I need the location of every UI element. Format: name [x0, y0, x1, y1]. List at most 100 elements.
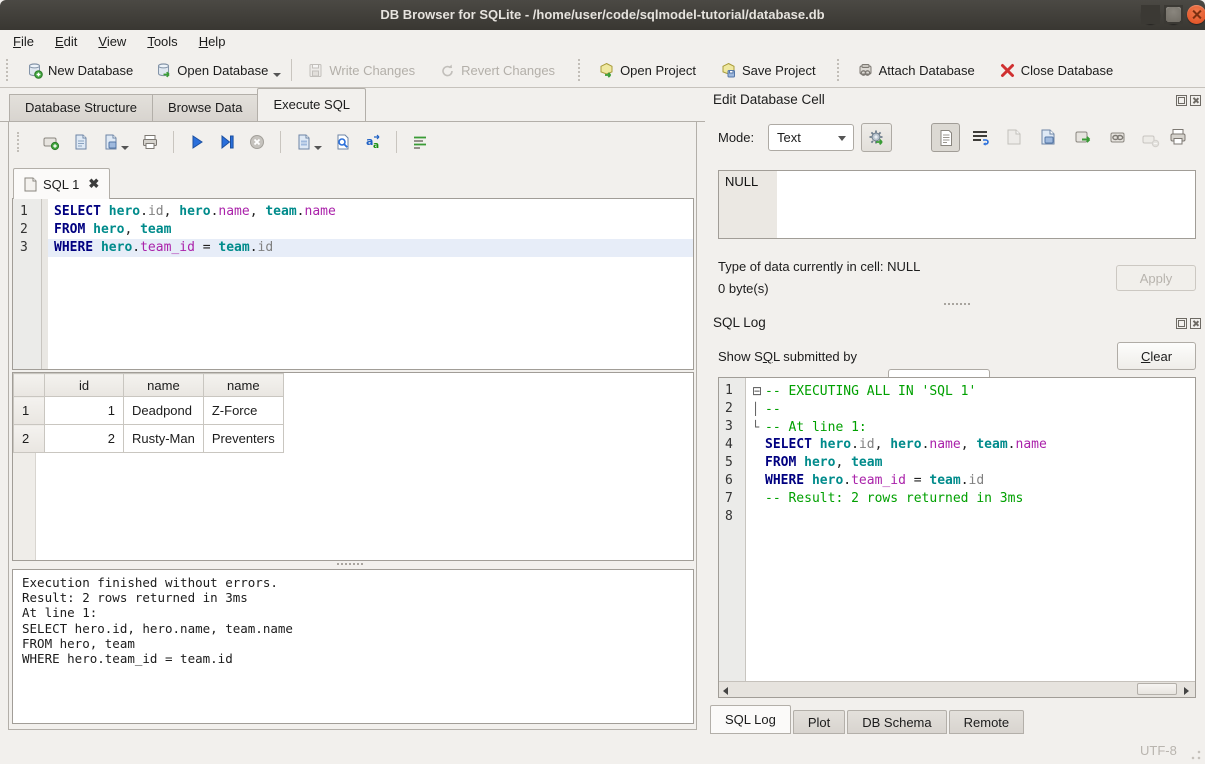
table-cell[interactable]: Preventers: [203, 425, 283, 453]
menu-edit[interactable]: Edit: [46, 32, 86, 51]
execute-current-line-icon[interactable]: [218, 133, 236, 151]
find-replace-icon[interactable]: [334, 133, 352, 151]
tab-plot[interactable]: Plot: [793, 710, 845, 734]
title-bar[interactable]: DB Browser for SQLite - /home/user/code/…: [0, 0, 1205, 30]
toolbar-drag-handle[interactable]: [837, 59, 844, 81]
tab-db-schema[interactable]: DB Schema: [847, 710, 946, 734]
mode-value: Text: [777, 130, 801, 145]
code-line: 7-- Result: 2 rows returned in 3ms: [719, 490, 1195, 508]
maximize-button[interactable]: [1164, 5, 1183, 24]
code-line: 5FROM hero, team: [719, 454, 1195, 472]
sql-editor[interactable]: 1SELECT hero.id, hero.name, team.name2FR…: [12, 198, 694, 370]
column-header[interactable]: name: [124, 374, 204, 397]
line-number: 3: [13, 239, 41, 257]
line-number: 3: [719, 418, 746, 436]
save-sql-dropdown[interactable]: [121, 146, 129, 150]
table-cell[interactable]: Z-Force: [203, 397, 283, 425]
close-button[interactable]: [1187, 5, 1205, 24]
line-number: 7: [719, 490, 746, 508]
save-results-dropdown[interactable]: [314, 146, 322, 150]
results-grid[interactable]: idnamename11DeadpondZ-Force22Rusty-ManPr…: [12, 372, 694, 561]
print-cell-button[interactable]: [1168, 127, 1188, 150]
tab-execute-sql[interactable]: Execute SQL: [257, 88, 366, 121]
scroll-right-icon[interactable]: [1180, 683, 1194, 697]
attach-database-button[interactable]: Attach Database: [850, 58, 982, 83]
open-database-icon: [155, 62, 172, 79]
float-panel-icon[interactable]: [1176, 318, 1187, 329]
scrollbar-thumb[interactable]: [1137, 683, 1177, 695]
scroll-left-icon[interactable]: [719, 683, 733, 697]
clear-log-button[interactable]: Clear: [1117, 342, 1196, 370]
cell-value-editor[interactable]: NULL: [718, 170, 1196, 239]
open-database-button[interactable]: Open Database: [148, 58, 275, 83]
open-project-button[interactable]: Open Project: [591, 58, 703, 83]
save-project-button[interactable]: Save Project: [713, 58, 823, 83]
tab-browse-data[interactable]: Browse Data: [152, 94, 258, 121]
toolbar-drag-handle[interactable]: [6, 59, 13, 81]
auto-switch-mode-button[interactable]: [861, 123, 892, 152]
code-line: 2FROM hero, team: [13, 221, 693, 239]
sql-tab-close-icon[interactable]: ✖: [88, 176, 99, 192]
toolbar-drag-handle[interactable]: [17, 132, 24, 152]
column-header[interactable]: id: [45, 374, 124, 397]
word-wrap-icon[interactable]: [411, 133, 429, 151]
toolbar-separator: [280, 131, 281, 153]
toolbar-drag-handle[interactable]: [578, 59, 585, 81]
close-icon: [1187, 5, 1205, 24]
open-sql-file-icon[interactable]: [72, 133, 90, 151]
sql-document-tab[interactable]: SQL 1 ✖: [13, 168, 110, 199]
save-sql-file-group[interactable]: [102, 133, 129, 151]
menu-view[interactable]: View: [89, 32, 135, 51]
minimize-icon: [1141, 5, 1160, 24]
minimize-button[interactable]: [1141, 5, 1160, 24]
code-line: 2│--: [719, 400, 1195, 418]
sql-document-icon: [24, 177, 37, 192]
tab-sql-log[interactable]: SQL Log: [710, 705, 791, 734]
execution-status-box[interactable]: Execution finished without errors. Resul…: [12, 569, 694, 724]
tab-remote[interactable]: Remote: [949, 710, 1025, 734]
copy-link-button[interactable]: [1108, 127, 1128, 150]
revert-changes-button: Revert Changes: [432, 58, 562, 83]
menu-file[interactable]: File: [4, 32, 43, 51]
toolbar-separator: [173, 131, 174, 153]
table-cell[interactable]: 1: [45, 397, 124, 425]
mode-combobox[interactable]: Text: [768, 124, 854, 151]
close-panel-icon[interactable]: [1190, 95, 1201, 106]
print-icon[interactable]: [141, 133, 159, 151]
new-sql-tab-icon[interactable]: [42, 133, 60, 151]
cell-null-indicator: NULL: [725, 174, 758, 189]
sql-log-view[interactable]: 1⊟-- EXECUTING ALL IN 'SQL 1'2│--3└-- At…: [718, 377, 1196, 698]
grid-corner[interactable]: [14, 374, 45, 397]
horizontal-splitter[interactable]: [944, 303, 970, 310]
code-line: 8: [719, 508, 1195, 526]
format-sql-icon[interactable]: aa: [364, 133, 382, 151]
column-header[interactable]: name: [203, 374, 283, 397]
write-changes-icon: [307, 62, 324, 79]
menu-tools[interactable]: Tools: [138, 32, 186, 51]
row-header[interactable]: 2: [14, 425, 45, 453]
float-panel-icon[interactable]: [1176, 95, 1187, 106]
tab-database-structure[interactable]: Database Structure: [9, 94, 153, 121]
table-cell[interactable]: Deadpond: [124, 397, 204, 425]
open-database-label: Open Database: [177, 63, 268, 78]
table-cell[interactable]: Rusty-Man: [124, 425, 204, 453]
open-database-dropdown[interactable]: [273, 73, 281, 77]
line-number: 4: [719, 436, 746, 454]
sql-log-hscrollbar[interactable]: [719, 681, 1195, 697]
save-results-group[interactable]: [295, 133, 322, 151]
link-icon: [1108, 127, 1128, 147]
word-wrap-toggle[interactable]: [970, 127, 990, 150]
sql-editor-toolbar: aa: [15, 131, 429, 153]
table-cell[interactable]: 2: [45, 425, 124, 453]
export-cell-data-button[interactable]: [1038, 127, 1058, 150]
encoding-indicator[interactable]: UTF-8: [1140, 743, 1177, 758]
resize-grip[interactable]: [1190, 749, 1202, 761]
set-as-null-button[interactable]: [1073, 127, 1093, 150]
text-mode-toggle[interactable]: [931, 123, 960, 152]
menu-help[interactable]: Help: [190, 32, 235, 51]
execute-sql-icon[interactable]: [188, 133, 206, 151]
new-database-button[interactable]: New Database: [19, 58, 140, 83]
close-panel-icon[interactable]: [1190, 318, 1201, 329]
close-database-button[interactable]: Close Database: [992, 58, 1121, 83]
row-header[interactable]: 1: [14, 397, 45, 425]
